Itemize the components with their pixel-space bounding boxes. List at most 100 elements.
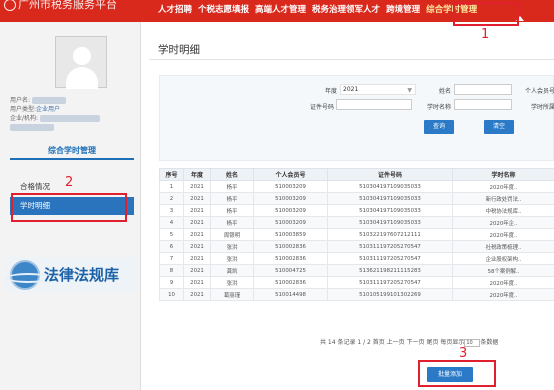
table-row[interactable]: 1 2021 杨平 510003209 510304197109035033 2020年度… (159, 180, 554, 193)
col-header-member-number: 个人会员号 (253, 168, 328, 181)
annotation-box-2 (11, 193, 127, 222)
cell: 7 (159, 252, 184, 265)
cell: 周银明 (210, 228, 254, 241)
table-row[interactable]: 7 2021 张洪 510002836 510311197205270547 企业股权架构… (159, 252, 554, 265)
cell: 龚凯 (210, 264, 254, 277)
nav-item-talent-management[interactable]: 高端人才管理 (252, 4, 309, 18)
cell: 510105199101302269 (327, 288, 453, 301)
cell: 510003209 (253, 192, 328, 205)
course-category-label: 学时所属 (530, 104, 554, 111)
cell: 510002836 (253, 240, 328, 253)
cell: 2 (159, 192, 184, 205)
cell: 杨平 (210, 180, 254, 193)
cell: 10 (159, 288, 184, 301)
cell: 8 (159, 264, 184, 277)
avatar (55, 36, 107, 89)
cell: 513621198211115283 (327, 264, 453, 277)
nav-item-tax-volunteer[interactable]: 个税志愿填报 (195, 4, 252, 18)
table-row[interactable]: 2 2021 杨平 510003209 510304197109035033 新行政处罚法… (159, 192, 554, 205)
annotation-label-2: 2 (65, 175, 74, 190)
cell: 510002836 (253, 276, 328, 289)
title-divider (149, 59, 554, 60)
law-library-label: 法律法规库 (44, 266, 120, 284)
table-row[interactable]: 6 2021 张洪 510002836 510311197205270547 社税政策梳理… (159, 240, 554, 253)
cell: 510304197109035033 (327, 192, 453, 205)
col-header-year: 年度 (183, 168, 211, 181)
cell: 510003209 (253, 216, 328, 229)
cell: 2020年度.. (452, 180, 554, 193)
cell: 510003209 (253, 180, 328, 193)
cell: 社税政策梳理.. (452, 240, 554, 253)
cell: 2021 (183, 228, 211, 241)
table-row[interactable]: 8 2021 龚凯 510004725 513621198211115283 58个案例解… (159, 264, 554, 277)
cell: 2021 (183, 240, 211, 253)
cell: 企业股权架构.. (452, 252, 554, 265)
cell: 2021 (183, 204, 211, 217)
cell: 510004725 (253, 264, 328, 277)
table-row[interactable]: 3 2021 杨平 510003209 510304197109035033 中税协法规库… (159, 204, 554, 217)
course-name-input[interactable] (454, 99, 512, 110)
main-nav: 人才招聘 个税志愿填报 高端人才管理 税务治理领军人才 跨境管理 综合学时管理 (155, 4, 480, 18)
cell: 510304197109035033 (327, 204, 453, 217)
user-name-row: 用户名: (10, 95, 66, 104)
cell: 张洪 (210, 252, 254, 265)
cell: 510002836 (253, 252, 328, 265)
table-header-row: 序号 年度 姓名 个人会员号 证件号码 学时名称 (159, 168, 554, 181)
cert-number-input[interactable] (336, 99, 412, 110)
brand: 广州市税务服务平台 (4, 0, 117, 12)
annotation-box-3 (418, 360, 496, 387)
nav-item-cross-border[interactable]: 跨境管理 (383, 4, 423, 18)
name-label: 姓名 (438, 88, 451, 95)
cell: 5 (159, 228, 184, 241)
cell: 510003859 (253, 228, 328, 241)
cell: 2021 (183, 192, 211, 205)
query-button[interactable]: 查询 (424, 120, 454, 134)
cell: 2020年企.. (452, 216, 554, 229)
cell: 510311197205270547 (327, 240, 453, 253)
cell: 2021 (183, 264, 211, 277)
cell: 6 (159, 240, 184, 253)
cell: 2021 (183, 252, 211, 265)
pagination: 共 14 条记录 1 / 2 首页 上一页 下一页 尾页 每页显示 10 条数据 (320, 337, 498, 347)
clear-button[interactable]: 清空 (484, 120, 514, 134)
study-detail-table: 序号 年度 姓名 个人会员号 证件号码 学时名称 1 2021 杨平 51000320… (159, 168, 554, 301)
name-input[interactable] (454, 84, 512, 95)
nav-item-tax-leaders[interactable]: 税务治理领军人才 (309, 4, 383, 18)
nav-item-recruit[interactable]: 人才招聘 (155, 4, 195, 18)
cell: 2021 (183, 276, 211, 289)
cell: 510304197109035033 (327, 180, 453, 193)
cert-number-label: 证件号码 (309, 104, 334, 111)
cell: 4 (159, 216, 184, 229)
cell: 中税协法规库.. (452, 204, 554, 217)
pagination-text[interactable]: 共 14 条记录 1 / 2 首页 上一页 下一页 尾页 每页显示 (320, 339, 464, 346)
cell: 杨平 (210, 204, 254, 217)
cell: 2020年度.. (452, 228, 554, 241)
table-row[interactable]: 4 2021 杨平 510003209 510304197109035033 2020年企… (159, 216, 554, 229)
member-number-label: 个人会员号 (524, 88, 554, 95)
table-row[interactable]: 10 2021 葛丽瑾 510014498 510105199101302269 2020… (159, 288, 554, 301)
law-library-banner[interactable]: 法律法规库 (6, 257, 138, 293)
logo-icon (4, 0, 16, 11)
brand-title: 广州市税务服务平台 (18, 0, 117, 11)
cell: 58个案例解.. (452, 264, 554, 277)
cell: 张洪 (210, 240, 254, 253)
main-content: 学时明细 年度 2021 ▼ 姓名 个人会员号 证件号码 学时名称 学时所属 查询… (149, 22, 554, 390)
annotation-label-3: 3 (459, 346, 468, 361)
table-row[interactable]: 9 2021 张洪 510002836 510311197205270547 2020年度… (159, 276, 554, 289)
cell: 2020年度.. (452, 288, 554, 301)
sidebar-section-title: 综合学时管理 (10, 142, 134, 160)
pagination-tail: 条数据 (480, 339, 499, 346)
cell: 510304197109035033 (327, 216, 453, 229)
globe-icon (6, 260, 50, 290)
cell: 510311197205270547 (327, 252, 453, 265)
cell: 510003209 (253, 204, 328, 217)
org-row: 企业/机构: (10, 113, 100, 131)
cell: 葛丽瑾 (210, 288, 254, 301)
user-type-value: 企业用户 (36, 106, 61, 113)
year-select[interactable]: 2021 ▼ (340, 84, 416, 95)
cell: 510322197607212111 (327, 228, 453, 241)
table-row[interactable]: 5 2021 周银明 510003859 510322197607212111 2020年… (159, 228, 554, 241)
user-type-row: 用户类型:企业用户 (10, 106, 61, 113)
page-title: 学时明细 (158, 44, 200, 56)
course-name-label: 学时名称 (426, 104, 451, 111)
